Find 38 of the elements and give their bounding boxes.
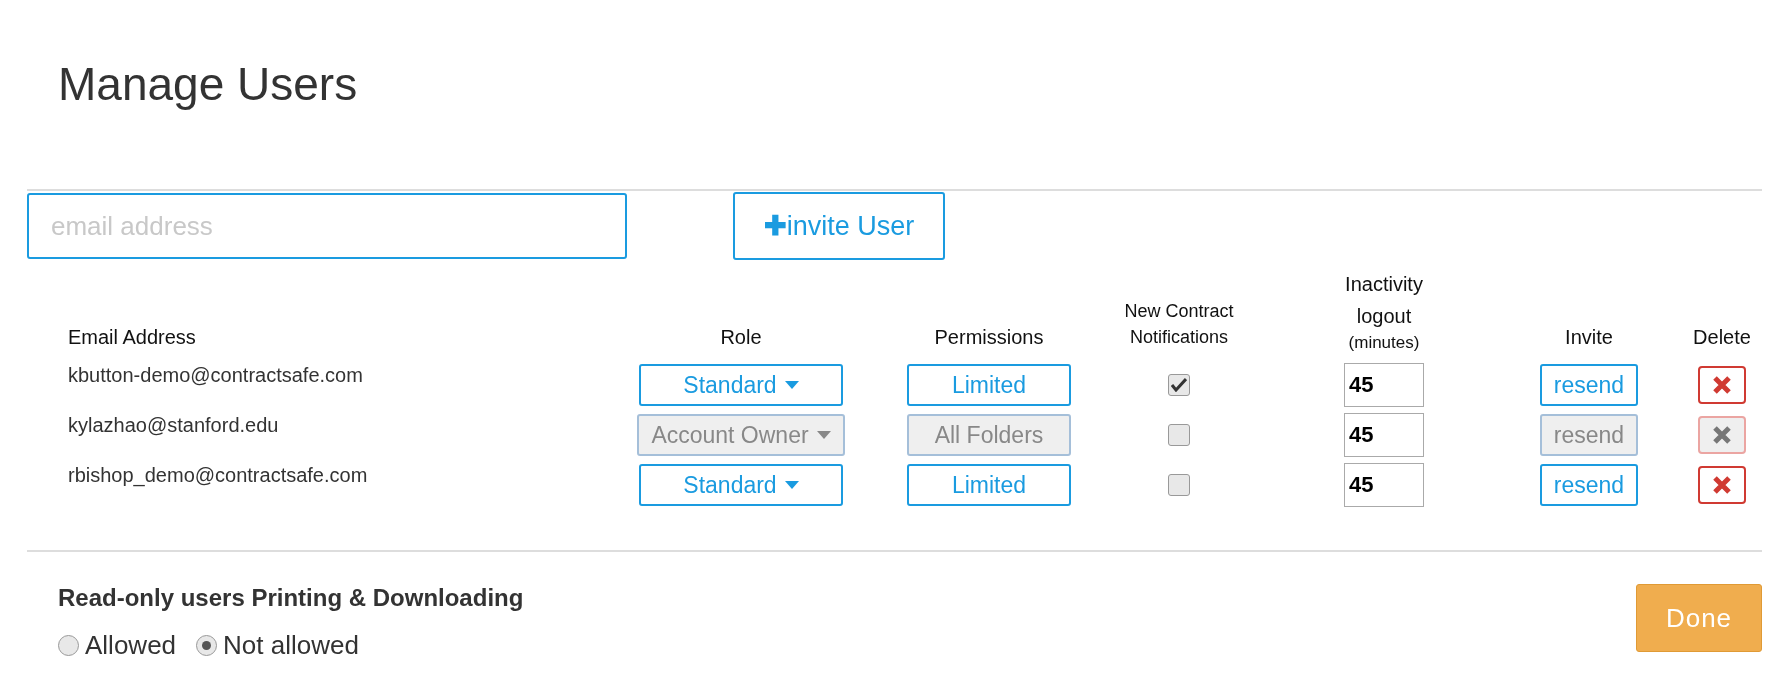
done-button[interactable]: Done bbox=[1636, 584, 1762, 652]
column-header: Email Address bbox=[68, 325, 196, 350]
radio-button[interactable] bbox=[58, 635, 79, 656]
close-icon bbox=[1712, 475, 1732, 495]
role-dropdown[interactable]: Standard bbox=[639, 464, 843, 506]
column-header: Inactivity logout bbox=[1344, 272, 1424, 329]
inactivity-minutes-field[interactable]: 45 bbox=[1344, 463, 1424, 507]
column-header: Invite bbox=[1565, 325, 1613, 350]
page-title: Manage Users bbox=[57, 57, 359, 112]
notifications-checkbox[interactable] bbox=[1168, 374, 1190, 396]
section-heading: Read-only users Printing & Downloading bbox=[58, 584, 524, 612]
permissions-button[interactable]: Limited bbox=[907, 364, 1071, 406]
invite-user-button[interactable]: ✚invite User bbox=[733, 192, 945, 260]
radio-label[interactable]: Not allowed bbox=[223, 630, 359, 661]
caret-icon bbox=[784, 381, 799, 389]
notifications-checkbox[interactable] bbox=[1168, 474, 1190, 496]
inactivity-minutes-field[interactable]: 45 bbox=[1344, 363, 1424, 407]
radio-button[interactable] bbox=[196, 635, 218, 656]
column-header: Permissions bbox=[934, 325, 1044, 350]
caret-icon bbox=[816, 431, 831, 439]
resend-button[interactable]: resend bbox=[1540, 364, 1638, 406]
close-icon bbox=[1712, 425, 1732, 445]
permissions-button[interactable]: Limited bbox=[907, 464, 1071, 506]
close-icon bbox=[1712, 375, 1732, 395]
column-header: Role bbox=[720, 325, 762, 350]
column-header: Delete bbox=[1693, 325, 1751, 350]
caret-icon bbox=[784, 481, 799, 489]
column-header: New Contract Notifications bbox=[1123, 300, 1235, 349]
delete-button[interactable] bbox=[1698, 366, 1746, 404]
role-dropdown[interactable]: Standard bbox=[639, 364, 843, 406]
resend-button[interactable]: resend bbox=[1540, 464, 1638, 506]
column-subheader: (minutes) bbox=[1348, 332, 1420, 354]
checkmark-icon bbox=[1171, 378, 1187, 392]
user-email: kbutton-demo@contractsafe.com bbox=[68, 364, 363, 387]
user-email: kylazhao@stanford.edu bbox=[68, 414, 279, 437]
delete-button[interactable] bbox=[1698, 466, 1746, 504]
user-email: rbishop_demo@contractsafe.com bbox=[68, 464, 368, 487]
radio-label[interactable]: Allowed bbox=[85, 630, 177, 661]
